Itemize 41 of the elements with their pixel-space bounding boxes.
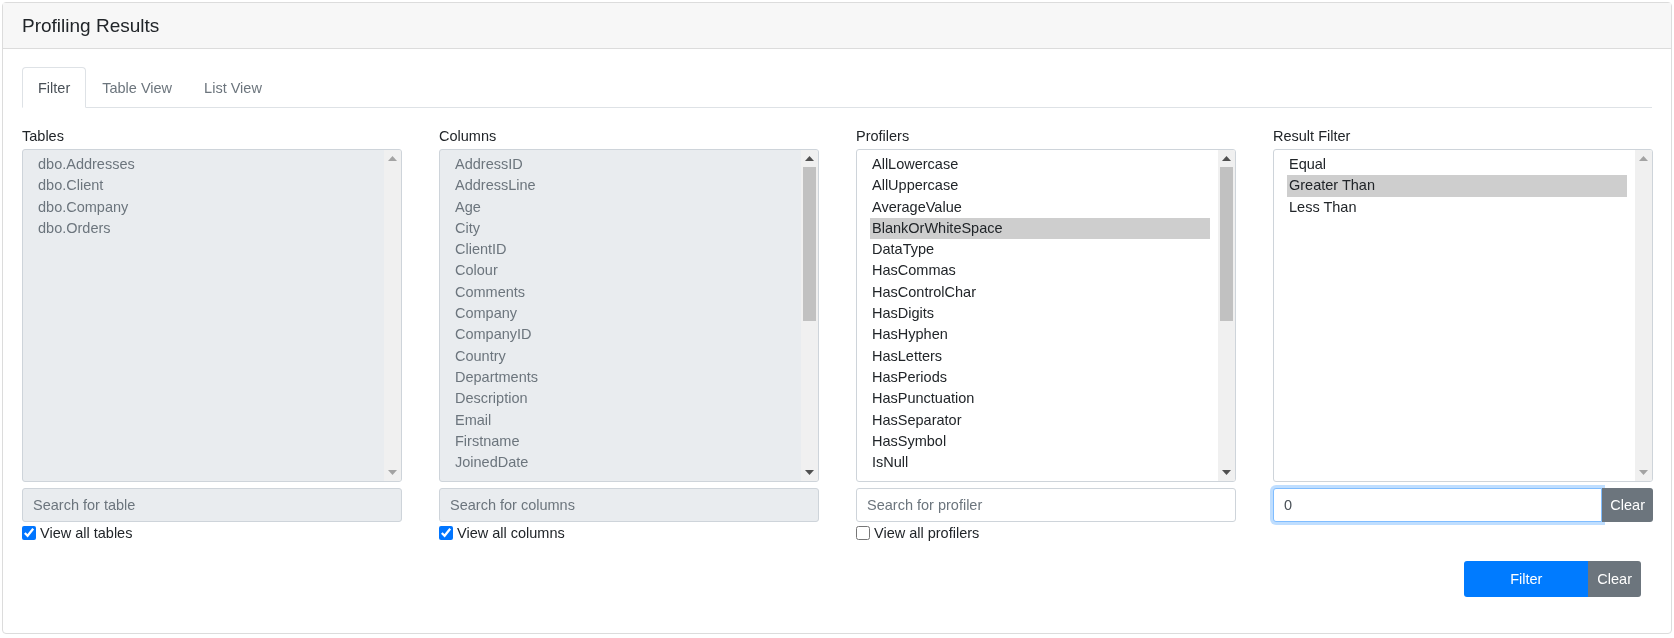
list-option[interactable]: HasDigits [870,303,1210,325]
filter-button[interactable]: Filter [1464,561,1589,597]
panel-label: Profilers [856,128,911,146]
page-title: Profiling Results [22,14,160,37]
search-field[interactable]: Search for profiler [856,488,1236,522]
list-box[interactable]: AllLowercase AllUppercase AverageValue BlankOrWhiteSpace DataType HasCommas HasControlChar HasDigits HasHyphen HasLetters HasPeriods HasPunctuation HasSeparator HasSymbol IsNull [856,149,1236,482]
list-option[interactable]: HasHyphen [870,324,1210,346]
panel-label: Result Filter [1273,128,1352,146]
list-option[interactable]: BlankOrWhiteSpace [870,217,1210,240]
scroll-up-icon[interactable] [1222,156,1231,161]
scroll-down-icon[interactable] [1222,470,1231,475]
tab[interactable]: Table View [86,67,189,108]
checkbox[interactable] [856,526,870,540]
value-field[interactable]: 0 [1273,488,1603,522]
list-option[interactable]: AllLowercase [870,154,1210,176]
list-option[interactable]: Less Than [1287,196,1627,218]
scrollbar[interactable] [1218,150,1235,481]
panel-label: Columns [439,128,498,146]
list-option[interactable]: HasPunctuation [870,388,1210,410]
list-option[interactable]: AverageValue [870,196,1210,218]
list-option[interactable]: HasControlChar [870,281,1210,304]
panel-label: Tables [22,128,65,146]
list-option[interactable]: Equal [1287,154,1627,176]
list-option[interactable]: AllUppercase [870,175,1210,197]
checkbox-label: View all tables [40,525,133,541]
tab[interactable]: List View [188,67,278,108]
list-option[interactable]: HasCommas [870,260,1210,282]
list-option[interactable]: HasSeparator [870,409,1210,431]
list-option[interactable]: DataType [870,239,1210,261]
list-option[interactable]: HasLetters [870,345,1210,367]
clear-button[interactable]: Clear [1588,561,1641,597]
list-option[interactable]: HasSymbol [870,430,1210,453]
scroll-thumb[interactable] [1220,167,1233,322]
list-option[interactable]: Greater Than [1287,175,1627,197]
checkbox-label: View all columns [457,525,565,541]
tab[interactable]: Filter [22,67,87,108]
clear-button[interactable]: Clear [1602,488,1653,522]
list-box[interactable]: Equal Greater Than Less Than [1273,149,1653,482]
list-option[interactable]: HasPeriods [870,366,1210,389]
list-option[interactable]: IsNull [870,452,1210,474]
checkbox-label: View all profilers [874,525,980,541]
